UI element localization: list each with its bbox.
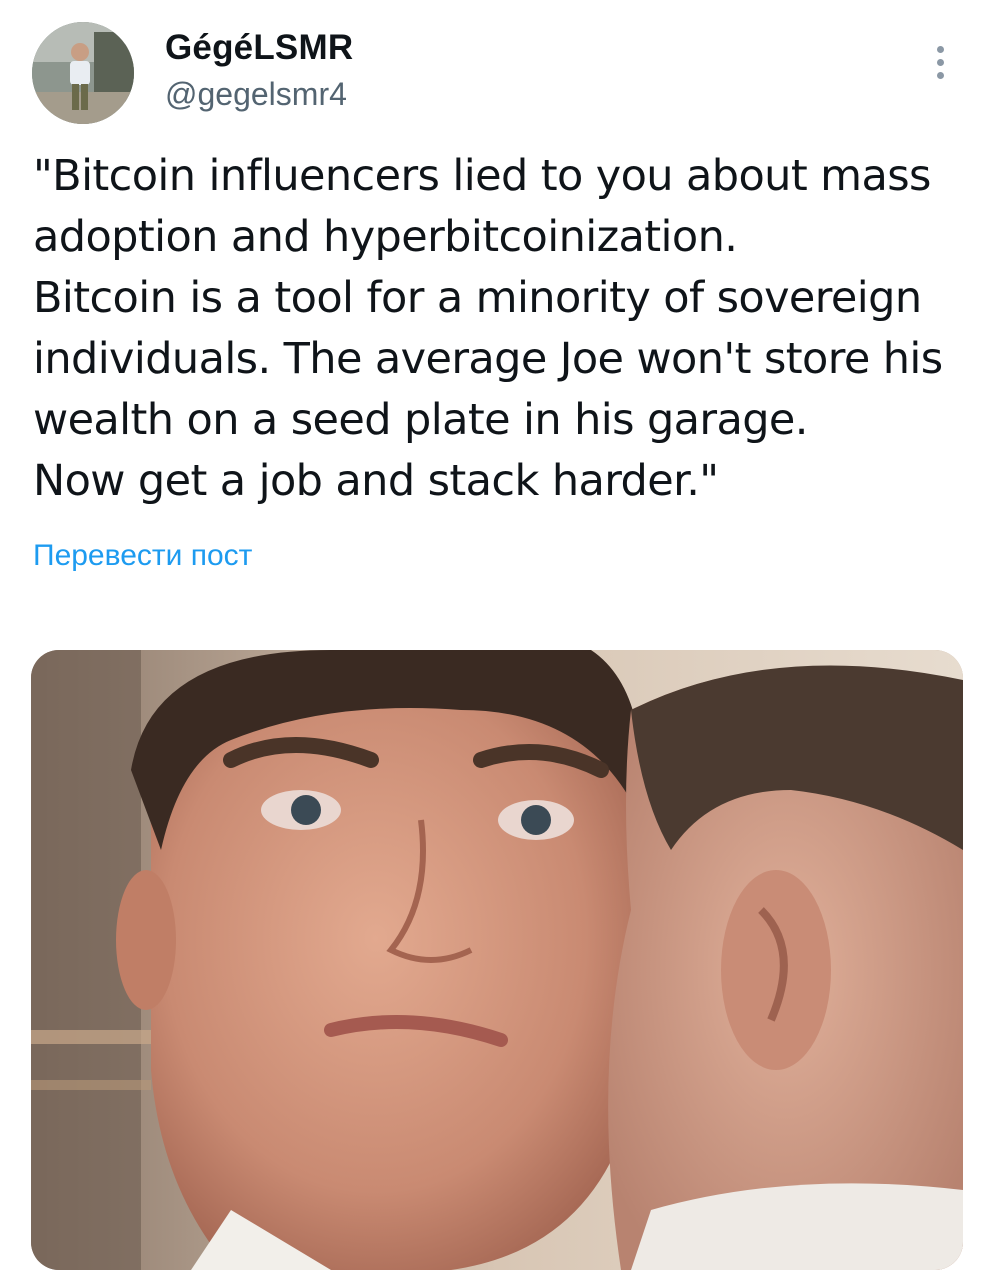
- tweet-text-line: "Bitcoin influencers lied to you about m…: [33, 151, 931, 201]
- tweet-text: "Bitcoin influencers lied to you about m…: [33, 146, 973, 512]
- tweet-text-line: Bitcoin is a tool for a minority of sove…: [33, 273, 922, 323]
- tweet-card: GégéLSMR @gegelsmr4 "Bitcoin influencers…: [0, 0, 993, 1280]
- display-name[interactable]: GégéLSMR: [165, 28, 353, 68]
- avatar-photo: [32, 22, 134, 124]
- more-vertical-icon[interactable]: [920, 40, 960, 86]
- translate-post-link[interactable]: Перевести пост: [33, 539, 252, 573]
- tweet-text-line: wealth on a seed plate in his garage.: [33, 395, 808, 445]
- tweet-text-line: individuals. The average Joe won't store…: [33, 334, 943, 384]
- tweet-media-image[interactable]: [31, 650, 963, 1270]
- tweet-text-line: adoption and hyperbitcoinization.: [33, 212, 738, 262]
- avatar[interactable]: [32, 22, 134, 124]
- user-handle[interactable]: @gegelsmr4: [165, 76, 347, 113]
- tweet-text-line: Now get a job and stack harder.": [33, 456, 719, 506]
- meme-photo: [31, 650, 963, 1270]
